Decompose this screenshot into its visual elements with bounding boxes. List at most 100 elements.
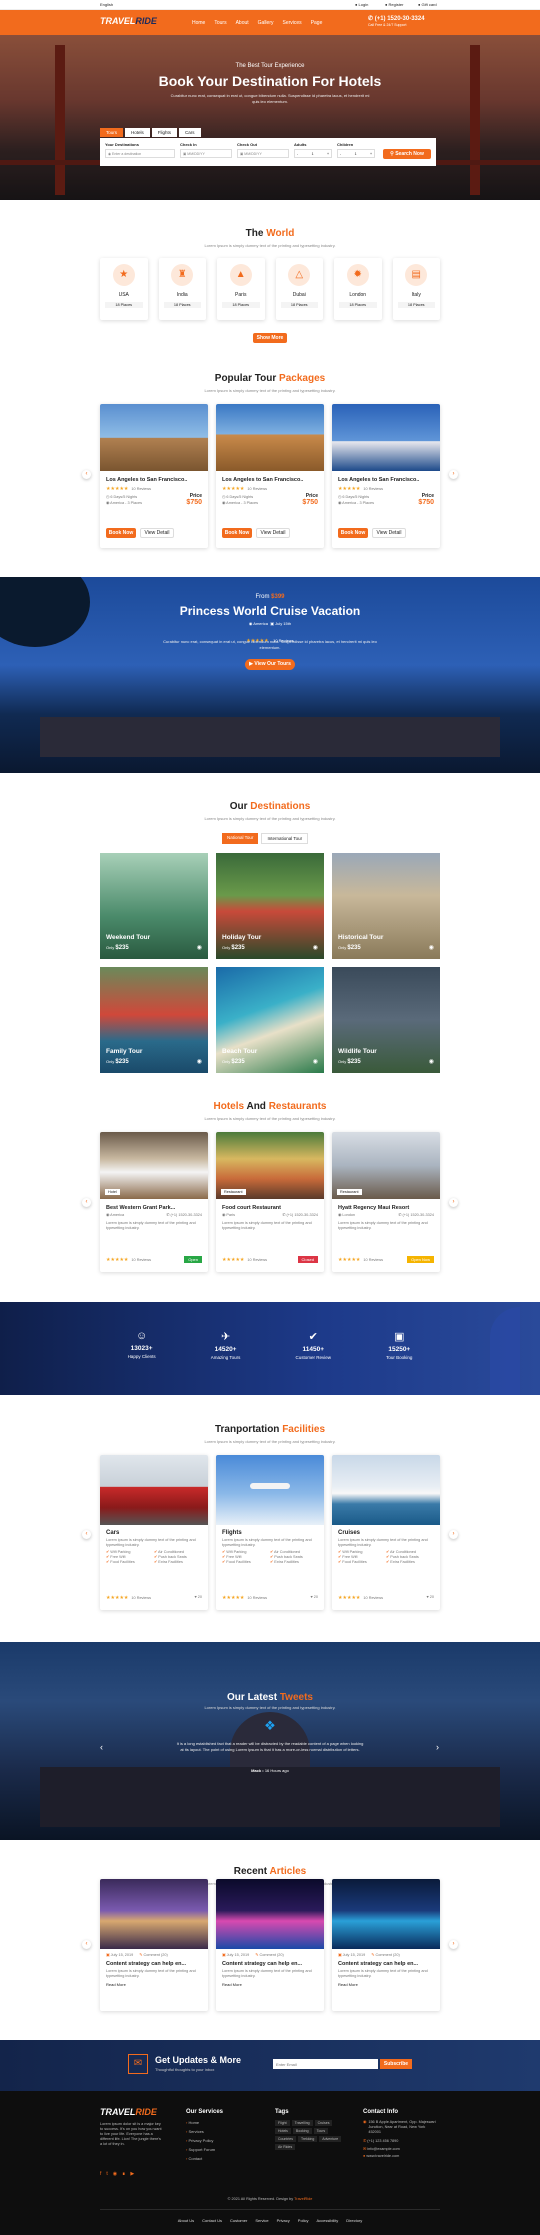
footer-link-contact[interactable]: › Contact	[186, 2156, 223, 2161]
nav-about[interactable]: About	[236, 20, 249, 26]
read-more-link[interactable]: Read More	[338, 1982, 434, 1987]
show-more-button[interactable]: Show More	[253, 333, 287, 343]
checkout-field[interactable]: Check Out ▣ MM/DD/YY	[237, 142, 289, 158]
login-link[interactable]: ● Login	[355, 2, 368, 7]
country-card-london[interactable]: ✹ London 18 Places	[334, 258, 382, 320]
tag-chip[interactable]: Adventure	[319, 2136, 342, 2142]
footer-link-directory[interactable]: Directory	[346, 2218, 362, 2223]
country-card-usa[interactable]: ★ USA 18 Places	[100, 258, 148, 320]
chevron-left-icon[interactable]: ‹	[82, 1940, 91, 1949]
footer-link-privacy[interactable]: › Privacy Policy	[186, 2138, 223, 2143]
book-now-button[interactable]: Book Now	[222, 528, 252, 538]
footer-link-home[interactable]: › Home	[186, 2120, 223, 2125]
tag-chip[interactable]: Booking	[292, 2128, 312, 2134]
logo[interactable]: TRAVELRIDE	[100, 16, 157, 26]
view-tours-button[interactable]: ▶ View Our Tours	[245, 659, 295, 670]
chevron-right-icon[interactable]: ›	[449, 470, 458, 479]
read-more-link[interactable]: Read More	[222, 1982, 318, 1987]
read-more-link[interactable]: Read More	[106, 1982, 202, 1987]
view-detail-button[interactable]: View Detail	[256, 528, 290, 538]
footer-link-accessibility[interactable]: Accessibility	[316, 2218, 338, 2223]
language-select[interactable]: English	[100, 2, 113, 7]
destination-field[interactable]: Your Destinations ◉ Enter a destination	[105, 142, 175, 158]
footer-link-support[interactable]: › Support Forum	[186, 2147, 223, 2152]
chevron-right-icon[interactable]: ›	[449, 1530, 458, 1539]
destination-card-wildlife[interactable]: Wildlife Tour Only $235 ◉	[332, 967, 440, 1073]
hotel-card[interactable]: Hotel Best Western Grant Park... ◉ Ameri…	[100, 1132, 208, 1272]
view-detail-button[interactable]: View Detail	[372, 528, 406, 538]
contact-site[interactable]: www.travelride.com	[366, 2154, 399, 2158]
subscribe-button[interactable]: Subscribe	[380, 2059, 412, 2069]
nav-gallery[interactable]: Gallery	[258, 20, 274, 26]
destination-card-family[interactable]: Family Tour Only $235 ◉	[100, 967, 208, 1073]
footer-link-privacy[interactable]: Privacy	[277, 2218, 290, 2223]
tag-chip[interactable]: Countries	[275, 2136, 296, 2142]
country-card-dubai[interactable]: △ Dubai 18 Places	[275, 258, 323, 320]
package-card[interactable]: Los Angeles to San Francisco.. ★★★★★ 10 R…	[332, 404, 440, 548]
transport-card-cars[interactable]: Cars Lorem ipsum is simply dummy text of…	[100, 1455, 208, 1610]
minus-icon[interactable]: -	[297, 152, 298, 156]
article-card[interactable]: ▣ July 15, 2019 ✎ Comment (20) Content st…	[216, 1879, 324, 2011]
rss-icon[interactable]: ∎	[122, 2171, 125, 2177]
tag-chip[interactable]: Travelling	[291, 2120, 313, 2126]
tab-flights[interactable]: Flights	[151, 128, 178, 137]
hotel-card[interactable]: Restaurant Food court Restaurant ◉ Paris…	[216, 1132, 324, 1272]
designer-link[interactable]: TravelRide	[294, 2197, 312, 2201]
book-now-button[interactable]: Book Now	[106, 528, 136, 538]
country-card-paris[interactable]: ▲ Paris 18 Places	[217, 258, 265, 320]
adults-field[interactable]: Adults - 1 +	[294, 142, 332, 158]
country-card-india[interactable]: ♜ India 18 Places	[158, 258, 206, 320]
footer-link-service[interactable]: Service	[255, 2218, 268, 2223]
tab-tours[interactable]: Tours	[100, 128, 124, 137]
instagram-icon[interactable]: ◉	[113, 2171, 117, 2177]
article-card[interactable]: ▣ July 15, 2019 ✎ Comment (20) Content st…	[100, 1879, 208, 2011]
plus-icon[interactable]: +	[370, 152, 372, 156]
like-button[interactable]: ♥ 20	[194, 1595, 202, 1600]
footer-link-contact-us[interactable]: Contact Us	[202, 2218, 222, 2223]
destination-card-holiday[interactable]: Holiday Tour Only $235 ◉	[216, 853, 324, 959]
chevron-right-icon[interactable]: ›	[449, 1198, 458, 1207]
tab-international-tour[interactable]: International Tour	[261, 833, 309, 844]
tag-chip[interactable]: Cruises	[314, 2120, 333, 2126]
tag-chip[interactable]: Air Rides	[275, 2144, 296, 2150]
country-card-italy[interactable]: ▤ Italy 18 Places	[392, 258, 440, 320]
chevron-right-icon[interactable]: ›	[449, 1940, 458, 1949]
chevron-left-icon[interactable]: ‹	[82, 1198, 91, 1207]
footer-link-policy[interactable]: Policy	[298, 2218, 309, 2223]
chevron-left-icon[interactable]: ‹	[82, 1530, 91, 1539]
transport-card-cruises[interactable]: Cruises Lorem ipsum is simply dummy text…	[332, 1455, 440, 1610]
view-detail-button[interactable]: View Detail	[140, 528, 174, 538]
tag-chip[interactable]: Hotels	[275, 2128, 291, 2134]
nav-home[interactable]: Home	[192, 20, 205, 26]
like-button[interactable]: ♥ 20	[310, 1595, 318, 1600]
package-card[interactable]: Los Angeles to San Francisco.. ★★★★★ 10 R…	[216, 404, 324, 548]
footer-link-customer[interactable]: Customer	[230, 2218, 247, 2223]
book-now-button[interactable]: Book Now	[338, 528, 368, 538]
tag-chip[interactable]: Tours	[313, 2128, 329, 2134]
facebook-icon[interactable]: f	[100, 2171, 101, 2177]
tag-chip[interactable]: Trekking	[297, 2136, 318, 2142]
chevron-right-icon[interactable]: ›	[436, 1742, 439, 1752]
tag-chip[interactable]: Flight	[275, 2120, 290, 2126]
children-field[interactable]: Children - 1 +	[337, 142, 375, 158]
destination-card-weekend[interactable]: Weekend Tour Only $235 ◉	[100, 853, 208, 959]
plus-icon[interactable]: +	[327, 152, 329, 156]
checkin-field[interactable]: Check In ▣ MM/DD/YY	[180, 142, 232, 158]
footer-link-about[interactable]: About Us	[178, 2218, 194, 2223]
chevron-left-icon[interactable]: ‹	[82, 470, 91, 479]
package-card[interactable]: Los Angeles to San Francisco.. ★★★★★ 10 R…	[100, 404, 208, 548]
destination-card-beach[interactable]: Beach Tour Only $235 ◉	[216, 967, 324, 1073]
tab-hotels[interactable]: Hotels	[125, 128, 150, 137]
youtube-icon[interactable]: ▶	[130, 2171, 134, 2177]
tab-cars[interactable]: Cars	[179, 128, 201, 137]
gift-card-link[interactable]: ● Gift card	[418, 2, 437, 7]
hotel-card[interactable]: Restaurant Hyatt Regency Maui Resort ◉ L…	[332, 1132, 440, 1272]
contact-email[interactable]: info@example.com	[367, 2147, 400, 2151]
destination-card-historical[interactable]: Historical Tour Only $235 ◉	[332, 853, 440, 959]
nav-tours[interactable]: Tours	[214, 20, 226, 26]
register-link[interactable]: ● Register	[385, 2, 403, 7]
footer-link-services[interactable]: › Services	[186, 2129, 223, 2134]
twitter-icon[interactable]: t	[106, 2171, 107, 2177]
search-button[interactable]: ⚲ Search Now	[383, 149, 431, 159]
nav-page[interactable]: Page	[311, 20, 323, 26]
